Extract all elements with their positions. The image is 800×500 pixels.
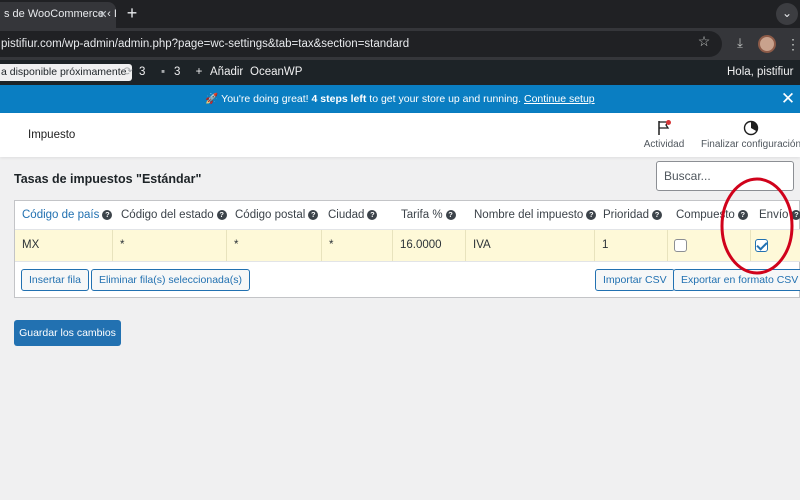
browser-menu-icon[interactable]: ⋮ [786, 35, 800, 53]
rocket-icon: 🚀 [205, 93, 219, 105]
compound-checkbox[interactable] [674, 239, 687, 252]
refresh-icon: ⟳ [123, 66, 133, 78]
comment-icon: ▪ [160, 66, 166, 78]
finish-setup-button[interactable]: Finalizar configuración [696, 120, 800, 150]
cell-state[interactable]: * [113, 230, 227, 261]
cell-country[interactable]: MX [15, 230, 113, 261]
col-city[interactable]: Ciudad? [328, 201, 378, 229]
help-icon[interactable]: ? [791, 210, 800, 220]
notice-text-after: to get your store up and running. [369, 93, 522, 105]
import-csv-button[interactable]: Importar CSV [595, 269, 675, 291]
address-bar-row: pistifiur.com/wp-admin/admin.php?page=wc… [0, 28, 800, 60]
plus-icon: + [195, 66, 203, 78]
url-field[interactable]: pistifiur.com/wp-admin/admin.php?page=wc… [0, 31, 722, 57]
site-name-badge[interactable]: a disponible próximamente [0, 64, 132, 81]
help-icon[interactable]: ? [652, 210, 663, 220]
woo-header: Impuesto Actividad Finalizar configuraci… [0, 113, 800, 157]
help-icon[interactable]: ? [737, 210, 748, 220]
help-icon[interactable]: ? [216, 210, 227, 220]
browser-tab-strip: s de WooCommerce ‹ I ✕ + ⌄ [0, 0, 800, 28]
col-tax-name[interactable]: Nombre del impuesto? [474, 201, 597, 229]
wp-admin-bar: a disponible próximamente ⟳ 3 ▪ 3 + Añadir … [0, 60, 800, 85]
continue-setup-link[interactable]: Continue setup [524, 93, 595, 105]
cell-shipping [751, 230, 800, 261]
new-tab-button[interactable]: + [122, 4, 142, 24]
activity-button[interactable]: Actividad [636, 120, 692, 150]
notification-dot [666, 120, 671, 125]
col-postcode[interactable]: Código postal? [235, 201, 319, 229]
progress-ring-icon [743, 120, 759, 136]
table-row[interactable]: MX * * * 16.0000 IVA 1 [15, 229, 800, 262]
updates-count: 3 [139, 66, 146, 78]
setup-notice: 🚀 You're doing great! 4 steps left to ge… [0, 85, 800, 113]
activity-label: Actividad [643, 139, 685, 150]
tax-rates-heading: Tasas de impuestos "Estándar" [14, 172, 202, 186]
help-icon[interactable]: ? [586, 210, 597, 220]
col-shipping[interactable]: Envío? [759, 201, 800, 229]
col-compound[interactable]: Compuesto? [676, 201, 748, 229]
add-new-label: Añadir [210, 66, 244, 78]
help-icon[interactable]: ? [445, 210, 456, 220]
account-item[interactable]: Hola, pistifiur [727, 60, 800, 85]
comments-count: 3 [174, 66, 181, 78]
close-icon[interactable]: ✕ [779, 90, 797, 108]
browser-tab[interactable]: s de WooCommerce ‹ I ✕ [0, 2, 116, 28]
col-country-code[interactable]: Código de país? [22, 201, 113, 229]
table-header: Código de país? Código del estado? Códig… [15, 201, 800, 229]
theme-item[interactable]: OceanWP [250, 60, 302, 85]
remove-rows-button[interactable]: Eliminar fila(s) seleccionada(s) [91, 269, 250, 291]
updates-item[interactable]: ⟳ 3 [122, 60, 145, 85]
tax-rates-table: Código de país? Código del estado? Códig… [14, 200, 800, 298]
col-state-code[interactable]: Código del estado? [121, 201, 227, 229]
help-icon[interactable]: ? [102, 210, 113, 220]
col-rate[interactable]: Tarifa %? [401, 201, 456, 229]
col-priority[interactable]: Prioridad? [603, 201, 663, 229]
finish-setup-label: Finalizar configuración [700, 139, 800, 150]
add-new-item[interactable]: + Añadir [193, 60, 244, 85]
search-input[interactable] [656, 161, 794, 191]
notice-bold: 4 steps left [311, 93, 367, 105]
save-changes-button[interactable]: Guardar los cambios [14, 320, 121, 346]
bookmark-star-icon[interactable]: ☆ [696, 33, 712, 49]
insert-row-button[interactable]: Insertar fila [21, 269, 89, 291]
cell-compound [668, 230, 751, 261]
help-icon[interactable]: ? [308, 210, 319, 220]
cell-tax-name[interactable]: IVA [466, 230, 595, 261]
greeting: Hola, pistifiur [727, 66, 794, 78]
comments-item[interactable]: ▪ 3 [157, 60, 180, 85]
cell-rate[interactable]: 16.0000 [393, 230, 466, 261]
help-icon[interactable]: ? [367, 210, 378, 220]
cell-postcode[interactable]: * [227, 230, 322, 261]
download-icon[interactable]: ⤓ [733, 36, 747, 50]
cell-priority[interactable]: 1 [595, 230, 668, 261]
shipping-checkbox[interactable] [755, 239, 768, 252]
tab-close-icon[interactable]: ✕ [95, 7, 111, 23]
notice-text: You're doing great! [221, 93, 309, 105]
page-title: Impuesto [28, 129, 76, 141]
cell-city[interactable]: * [322, 230, 393, 261]
export-csv-button[interactable]: Exportar en formato CSV [673, 269, 800, 291]
profile-avatar[interactable] [758, 35, 776, 53]
tab-search-icon[interactable]: ⌄ [776, 3, 798, 25]
